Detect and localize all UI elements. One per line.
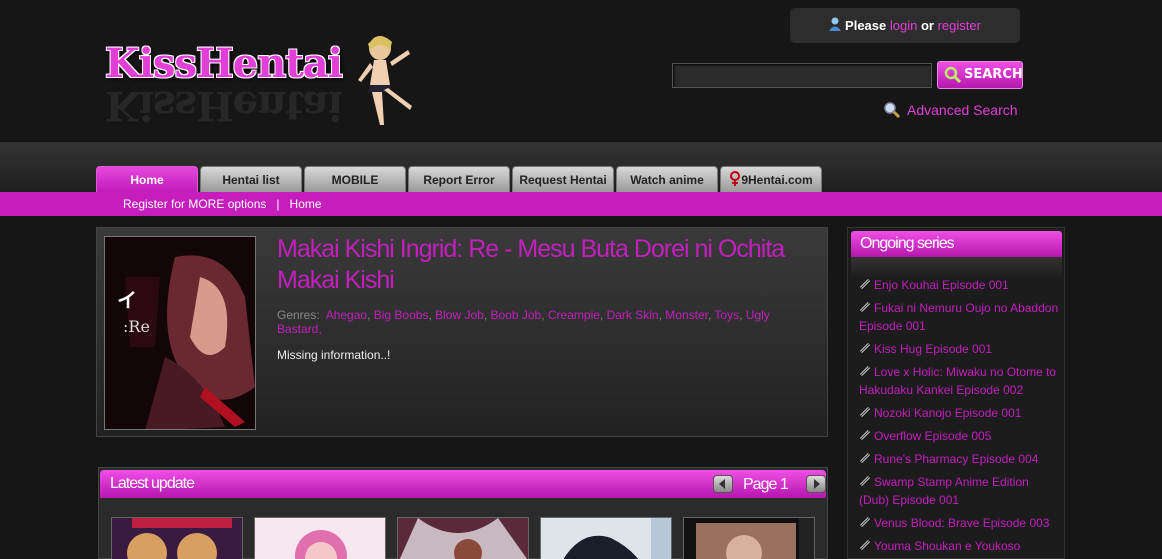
series-link[interactable]: Overflow Episode 005 [874, 429, 991, 443]
logo-reflection: KissHentai [105, 82, 342, 129]
list-item[interactable]: Love x Holic: Miwaku no Otome to Hakudak… [859, 363, 1059, 399]
link-icon [859, 475, 871, 487]
thumbnail-art [684, 518, 814, 559]
thumbnail-art [541, 518, 671, 559]
site-logo[interactable]: KissHentai KissHentai [105, 30, 435, 135]
link-icon [859, 342, 871, 354]
svg-text:イ: イ [117, 288, 137, 312]
genre-link[interactable]: Toys [714, 308, 739, 322]
search-button[interactable]: SEARCH [937, 61, 1023, 89]
login-prompt: Please [845, 18, 887, 33]
latest-thumbnail[interactable] [254, 517, 386, 559]
register-link[interactable]: register [938, 18, 981, 33]
series-link[interactable]: Nozoki Kanojo Episode 001 [874, 406, 1021, 420]
user-icon [829, 17, 842, 31]
genre-link[interactable]: Boob Job [491, 308, 542, 322]
latest-thumbnail[interactable] [683, 517, 815, 559]
link-icon [859, 539, 871, 551]
prev-page-button[interactable] [713, 475, 733, 493]
arrow-right-icon [814, 479, 820, 489]
page-indicator: Page 1 [743, 476, 789, 493]
genre-link[interactable]: Creampie [548, 308, 600, 322]
list-item[interactable]: Fukai ni Nemuru Oujo no Abaddon Episode … [859, 299, 1059, 335]
series-link[interactable]: Enjo Kouhai Episode 001 [874, 278, 1009, 292]
latest-thumbnail[interactable] [111, 517, 243, 559]
advanced-search-link[interactable]: Advanced Search [883, 101, 1018, 119]
latest-update-header: Latest update Page 1 [100, 470, 826, 498]
latest-update-title: Latest update [110, 475, 195, 492]
search-icon [944, 66, 962, 84]
cover-art: イ :Re [105, 237, 255, 429]
svg-text::Re: :Re [123, 317, 150, 336]
genre-link[interactable]: Big Boobs [374, 308, 429, 322]
thumbnail-art [112, 518, 242, 559]
register-more-link[interactable]: Register for MORE options [123, 197, 266, 211]
latest-thumbnail[interactable] [540, 517, 672, 559]
next-page-button[interactable] [806, 475, 826, 493]
list-item[interactable]: Venus Blood: Brave Episode 003 [859, 514, 1059, 532]
thumbnail-art [398, 518, 528, 559]
anime-title[interactable]: Makai Kishi Ingrid: Re - Mesu Buta Dorei… [277, 234, 817, 296]
tab-watch-anime[interactable]: Watch anime [616, 166, 718, 192]
subnav-separator: | [276, 197, 280, 211]
sidebar-header: Ongoing series [851, 231, 1062, 257]
ongoing-series-list: Enjo Kouhai Episode 001 Fukai ni Nemuru … [859, 276, 1059, 559]
list-item[interactable]: Overflow Episode 005 [859, 427, 1059, 445]
female-symbol-icon [730, 171, 741, 186]
series-link[interactable]: Love x Holic: Miwaku no Otome to Hakudak… [859, 365, 1056, 397]
login-box: Please login or register [790, 8, 1020, 43]
list-item[interactable]: Youma Shoukan e Youkoso [859, 537, 1059, 555]
latest-update-panel: Latest update Page 1 [98, 467, 828, 559]
search-button-label: SEARCH [964, 67, 1023, 82]
search-input[interactable] [672, 63, 932, 88]
subnav: Register for MORE options | Home [0, 192, 1162, 216]
logo-text: KissHentai [105, 40, 343, 87]
subnav-home-link[interactable]: Home [290, 197, 322, 211]
tab-hentai-list[interactable]: Hentai list [200, 166, 302, 192]
tab-9hentai-label: 9Hentai.com [741, 173, 813, 187]
thumbnail-art [255, 518, 385, 559]
list-item[interactable]: Rune's Pharmacy Episode 004 [859, 450, 1059, 468]
list-item[interactable]: Enjo Kouhai Episode 001 [859, 276, 1059, 294]
link-icon [859, 452, 871, 464]
anime-detail-panel: イ :Re Makai Kishi Ingrid: Re - Mesu Buta… [96, 227, 828, 437]
series-link[interactable]: Youma Shoukan e Youkoso [874, 539, 1020, 553]
series-link[interactable]: Swamp Stamp Anime Edition (Dub) Episode … [859, 475, 1029, 507]
arrow-left-icon [719, 479, 725, 489]
series-link[interactable]: Venus Blood: Brave Episode 003 [874, 516, 1049, 530]
list-item[interactable]: Nozoki Kanojo Episode 001 [859, 404, 1059, 422]
link-icon [859, 429, 871, 441]
list-item[interactable]: Swamp Stamp Anime Edition (Dub) Episode … [859, 473, 1059, 509]
link-icon [859, 406, 871, 418]
latest-thumbnail[interactable] [397, 517, 529, 559]
mascot-icon [358, 36, 412, 125]
genres-line: Genres: Ahegao, Big Boobs, Blow Job, Boo… [277, 308, 770, 336]
tab-request-hentai[interactable]: Request Hentai [512, 166, 614, 192]
link-icon [859, 516, 871, 528]
link-icon [859, 365, 871, 377]
sidebar: Ongoing series Enjo Kouhai Episode 001 F… [847, 227, 1065, 559]
sidebar-title: Ongoing series [860, 235, 955, 252]
advanced-search-label: Advanced Search [907, 102, 1018, 118]
genre-link[interactable]: Dark Skin [607, 308, 659, 322]
series-link[interactable]: Fukai ni Nemuru Oujo no Abaddon Episode … [859, 301, 1058, 333]
genres-label: Genres: [277, 308, 320, 322]
magnifier-icon [884, 102, 901, 119]
series-link[interactable]: Rune's Pharmacy Episode 004 [874, 452, 1038, 466]
cover-image[interactable]: イ :Re [104, 236, 256, 430]
anime-info: Missing information..! [277, 348, 391, 362]
list-item[interactable]: Kiss Hug Episode 001 [859, 340, 1059, 358]
tab-report-error[interactable]: Report Error [408, 166, 510, 192]
tab-home[interactable]: Home [96, 166, 198, 192]
login-link[interactable]: login [890, 18, 917, 33]
tab-9hentai[interactable]: 9Hentai.com [720, 166, 822, 192]
genre-link[interactable]: Blow Job [435, 308, 484, 322]
link-icon [859, 301, 871, 313]
series-link[interactable]: Kiss Hug Episode 001 [874, 342, 992, 356]
genre-link[interactable]: Ahegao [326, 308, 367, 322]
tab-mobile[interactable]: MOBILE [304, 166, 406, 192]
login-or-text: or [920, 18, 934, 33]
genre-link[interactable]: Monster [665, 308, 708, 322]
link-icon [859, 278, 871, 290]
